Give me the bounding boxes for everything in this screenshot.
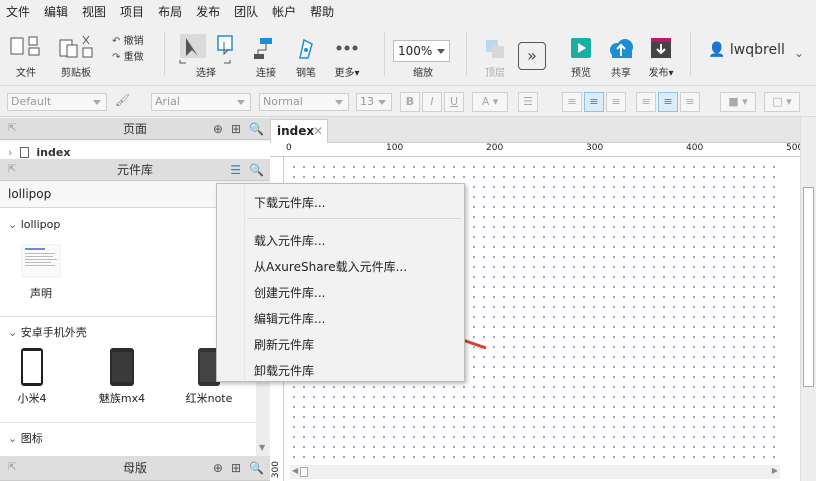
menu-item-download-library[interactable]: 下载元件库... (254, 194, 325, 211)
library-options-menu: 下载元件库... 载入元件库... 从AxureShare载入元件库... 创建… (216, 183, 465, 382)
menu-item-create-library[interactable]: 创建元件库... (254, 284, 325, 301)
menu-item-refresh-library[interactable]: 刷新元件库 (254, 336, 314, 353)
menu-item-load-from-axureshare[interactable]: 从AxureShare载入元件库... (254, 258, 407, 275)
menu-item-load-library[interactable]: 载入元件库... (254, 232, 325, 249)
menu-item-unload-library[interactable]: 卸载元件库 (254, 362, 314, 379)
menu-divider (247, 218, 461, 219)
menu-item-edit-library[interactable]: 编辑元件库... (254, 310, 325, 327)
axure-app-window: 文件 编辑 视图 项目 布局 发布 团队 帐户 帮助 文件 剪贴板 ↶ 撤销 ↷… (0, 0, 816, 481)
